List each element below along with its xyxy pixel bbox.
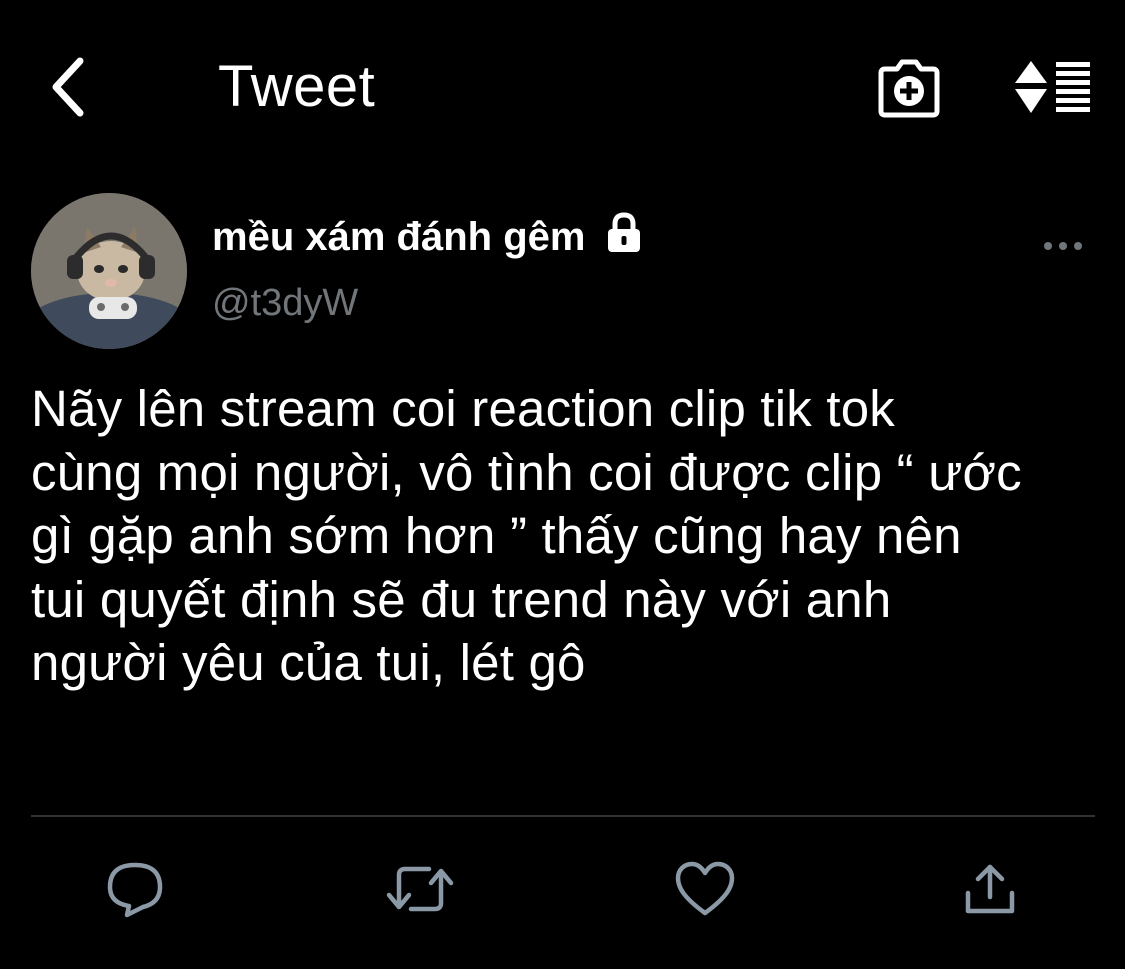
tweet-text: Nãy lên stream coi reaction clip tik tok…: [31, 380, 1022, 691]
chevron-left-icon: [52, 57, 84, 117]
like-button[interactable]: [670, 856, 740, 922]
camera-add-icon: [878, 59, 940, 118]
back-button[interactable]: [38, 52, 98, 122]
reply-icon: [107, 862, 163, 918]
sort-list-icon: [1015, 61, 1090, 113]
retweet-icon: [386, 866, 454, 912]
top-bar: Tweet: [0, 0, 1125, 175]
lock-icon: [603, 212, 645, 254]
avatar[interactable]: [31, 193, 187, 349]
sort-button[interactable]: [1010, 52, 1094, 122]
display-name[interactable]: mều xám đánh gêm: [212, 210, 585, 264]
share-button[interactable]: [955, 856, 1025, 922]
share-icon: [965, 864, 1015, 914]
more-options-button[interactable]: [1036, 226, 1090, 266]
more-horizontal-icon: [1044, 242, 1082, 250]
username-handle[interactable]: @t3dyW: [212, 278, 358, 328]
cat-avatar-image: [31, 193, 187, 349]
page-title: Tweet: [218, 54, 376, 119]
author-name-row: mều xám đánh gêm: [212, 210, 645, 264]
heart-icon: [675, 861, 735, 916]
divider: [31, 815, 1095, 817]
reply-button[interactable]: [100, 856, 170, 922]
camera-button[interactable]: [872, 54, 946, 124]
retweet-button[interactable]: [385, 856, 455, 922]
